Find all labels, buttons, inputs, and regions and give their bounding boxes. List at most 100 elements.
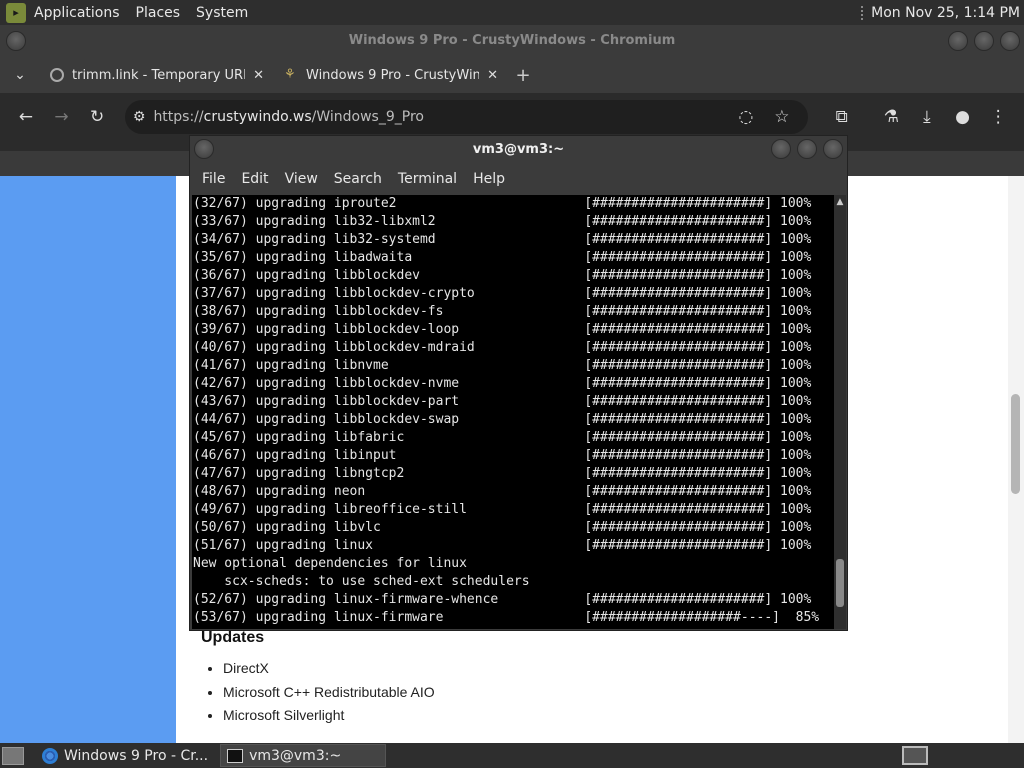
- terminal-line: (38/67) upgrading libblockdev-fs [######…: [193, 304, 812, 319]
- menu-edit[interactable]: Edit: [233, 171, 276, 187]
- terminal-line: (53/67) upgrading linux-firmware [######…: [193, 610, 820, 625]
- task-chromium[interactable]: Windows 9 Pro - Cr...: [36, 744, 214, 767]
- menu-search[interactable]: Search: [326, 171, 390, 187]
- maximize-button[interactable]: [974, 31, 994, 51]
- globe-icon: [50, 68, 64, 82]
- tab-crustywindows[interactable]: ⚘ Windows 9 Pro - CrustyWindows ✕: [274, 57, 508, 93]
- terminal-icon: [227, 748, 244, 763]
- menu-file[interactable]: File: [194, 171, 233, 187]
- browser-window-title: Windows 9 Pro - CrustyWindows - Chromium: [348, 33, 676, 48]
- terminal-line: (33/67) upgrading lib32-libxml2 [#######…: [193, 214, 812, 229]
- minimize-button[interactable]: [771, 139, 791, 159]
- browser-toolbar: ← → ↻ ⚙ https://crustywindo.ws/Windows_9…: [0, 93, 1024, 141]
- terminal-line: (52/67) upgrading linux-firmware-whence …: [193, 592, 812, 607]
- more-menu-icon[interactable]: ⋮: [980, 99, 1016, 135]
- terminal-line: (32/67) upgrading iproute2 [############…: [193, 196, 812, 211]
- scroll-up-icon[interactable]: ▲: [834, 195, 846, 209]
- browser-titlebar[interactable]: Windows 9 Pro - CrustyWindows - Chromium: [0, 25, 1024, 57]
- terminal-title: vm3@vm3:~: [472, 142, 565, 157]
- menu-view[interactable]: View: [277, 171, 326, 187]
- maximize-button[interactable]: [797, 139, 817, 159]
- site-favicon-icon: ⚘: [284, 67, 296, 82]
- window-menu-button[interactable]: [6, 31, 26, 51]
- chromium-icon: [42, 747, 58, 764]
- show-desktop-icon[interactable]: [2, 746, 24, 765]
- tab-strip: ⌄ trimm.link - Temporary URL ✕ ⚘ Windows…: [0, 57, 1024, 93]
- labs-flask-icon[interactable]: ⚗: [874, 99, 910, 135]
- workspace-switcher[interactable]: [902, 746, 928, 765]
- bottom-taskbar: Windows 9 Pro - Cr... vm3@vm3:~: [0, 743, 1024, 768]
- terminal-window: vm3@vm3:~ File Edit View Search Terminal…: [189, 135, 848, 631]
- download-icon[interactable]: ⤓: [909, 99, 945, 135]
- site-info-icon[interactable]: ⚙: [133, 109, 146, 125]
- terminal-scrollbar[interactable]: ▲: [834, 195, 846, 629]
- task-terminal[interactable]: vm3@vm3:~: [220, 744, 387, 767]
- new-tab-button[interactable]: +: [508, 57, 538, 93]
- terminal-line: (44/67) upgrading libblockdev-swap [####…: [193, 412, 812, 427]
- profile-icon[interactable]: ●: [945, 99, 981, 135]
- address-bar[interactable]: ⚙ https://crustywindo.ws/Windows_9_Pro ◌…: [124, 99, 808, 135]
- panel-grip-icon: [861, 5, 865, 20]
- tab-title: Windows 9 Pro - CrustyWindows: [306, 67, 480, 83]
- terminal-lines: (32/67) upgrading iproute2 [############…: [193, 195, 819, 627]
- tab-close-icon[interactable]: ✕: [487, 68, 498, 83]
- menu-places[interactable]: Places: [128, 0, 189, 25]
- menu-system[interactable]: System: [188, 0, 256, 25]
- terminal-line: (51/67) upgrading linux [###############…: [193, 538, 812, 553]
- extensions-icon[interactable]: ⧉: [824, 99, 860, 135]
- terminal-line: (47/67) upgrading libngtcp2 [###########…: [193, 466, 812, 481]
- minimize-button[interactable]: [948, 31, 968, 51]
- terminal-line: (37/67) upgrading libblockdev-crypto [##…: [193, 286, 812, 301]
- tab-trimm-link[interactable]: trimm.link - Temporary URL ✕: [40, 57, 274, 93]
- terminal-line: New optional dependencies for linux: [193, 556, 467, 571]
- terminal-output[interactable]: (32/67) upgrading iproute2 [############…: [192, 195, 834, 629]
- clock[interactable]: Mon Nov 25, 1:14 PM: [871, 5, 1020, 21]
- terminal-titlebar[interactable]: vm3@vm3:~: [190, 136, 847, 164]
- terminal-line: (48/67) upgrading neon [################…: [193, 484, 812, 499]
- terminal-menubar: File Edit View Search Terminal Help: [190, 164, 847, 194]
- list-item: Microsoft Silverlight: [223, 707, 435, 731]
- top-panel: ▸ Applications Places System Mon Nov 25,…: [0, 0, 1024, 25]
- window-menu-button[interactable]: [194, 139, 214, 159]
- terminal-line: (40/67) upgrading libblockdev-mdraid [##…: [193, 340, 812, 355]
- terminal-line: (45/67) upgrading libfabric [###########…: [193, 430, 812, 445]
- chevron-down-icon: ⌄: [14, 67, 26, 83]
- page-scrollbar[interactable]: [1008, 176, 1024, 743]
- terminal-line: (49/67) upgrading libreoffice-still [###…: [193, 502, 812, 517]
- scrollbar-thumb[interactable]: [1011, 394, 1020, 494]
- menu-help[interactable]: Help: [465, 171, 513, 187]
- scrollbar-thumb[interactable]: [836, 559, 844, 607]
- task-label: Windows 9 Pro - Cr...: [64, 747, 209, 764]
- terminal-line: scx-scheds: to use sched-ext schedulers: [193, 574, 530, 589]
- terminal-line: (43/67) upgrading libblockdev-part [####…: [193, 394, 812, 409]
- terminal-line: (35/67) upgrading libadwaita [##########…: [193, 250, 812, 265]
- terminal-line: (42/67) upgrading libblockdev-nvme [####…: [193, 376, 812, 391]
- page-left-panel: [0, 176, 176, 743]
- terminal-line: (50/67) upgrading libvlc [##############…: [193, 520, 812, 535]
- terminal-line: (36/67) upgrading libblockdev [#########…: [193, 268, 812, 283]
- menu-applications[interactable]: Applications: [26, 0, 128, 25]
- updates-heading: Updates: [201, 629, 265, 646]
- reload-button[interactable]: ↻: [79, 99, 115, 135]
- applications-logo-icon[interactable]: ▸: [6, 2, 26, 23]
- forward-button[interactable]: →: [44, 99, 80, 135]
- updates-list: DirectX Microsoft C++ Redistributable AI…: [223, 660, 435, 731]
- tab-search-button[interactable]: ⌄: [0, 57, 40, 93]
- star-icon[interactable]: ☆: [764, 99, 800, 135]
- tab-close-icon[interactable]: ✕: [253, 68, 264, 83]
- url-path: /Windows_9_Pro: [311, 109, 424, 125]
- terminal-line: (46/67) upgrading libinput [############…: [193, 448, 812, 463]
- terminal-line: (41/67) upgrading libnvme [#############…: [193, 358, 812, 373]
- list-item: DirectX: [223, 660, 435, 684]
- list-item: Microsoft C++ Redistributable AIO: [223, 684, 435, 708]
- terminal-line: (34/67) upgrading lib32-systemd [#######…: [193, 232, 812, 247]
- eye-off-icon[interactable]: ◌: [728, 99, 764, 135]
- close-window-button[interactable]: [823, 139, 843, 159]
- url-prefix: https://: [153, 109, 204, 125]
- url-text[interactable]: https://crustywindo.ws/Windows_9_Pro: [153, 109, 727, 125]
- tab-title: trimm.link - Temporary URL: [72, 67, 246, 83]
- url-host: crustywindo.ws: [203, 109, 312, 125]
- close-window-button[interactable]: [1000, 31, 1020, 51]
- menu-terminal[interactable]: Terminal: [390, 171, 465, 187]
- back-button[interactable]: ←: [8, 99, 44, 135]
